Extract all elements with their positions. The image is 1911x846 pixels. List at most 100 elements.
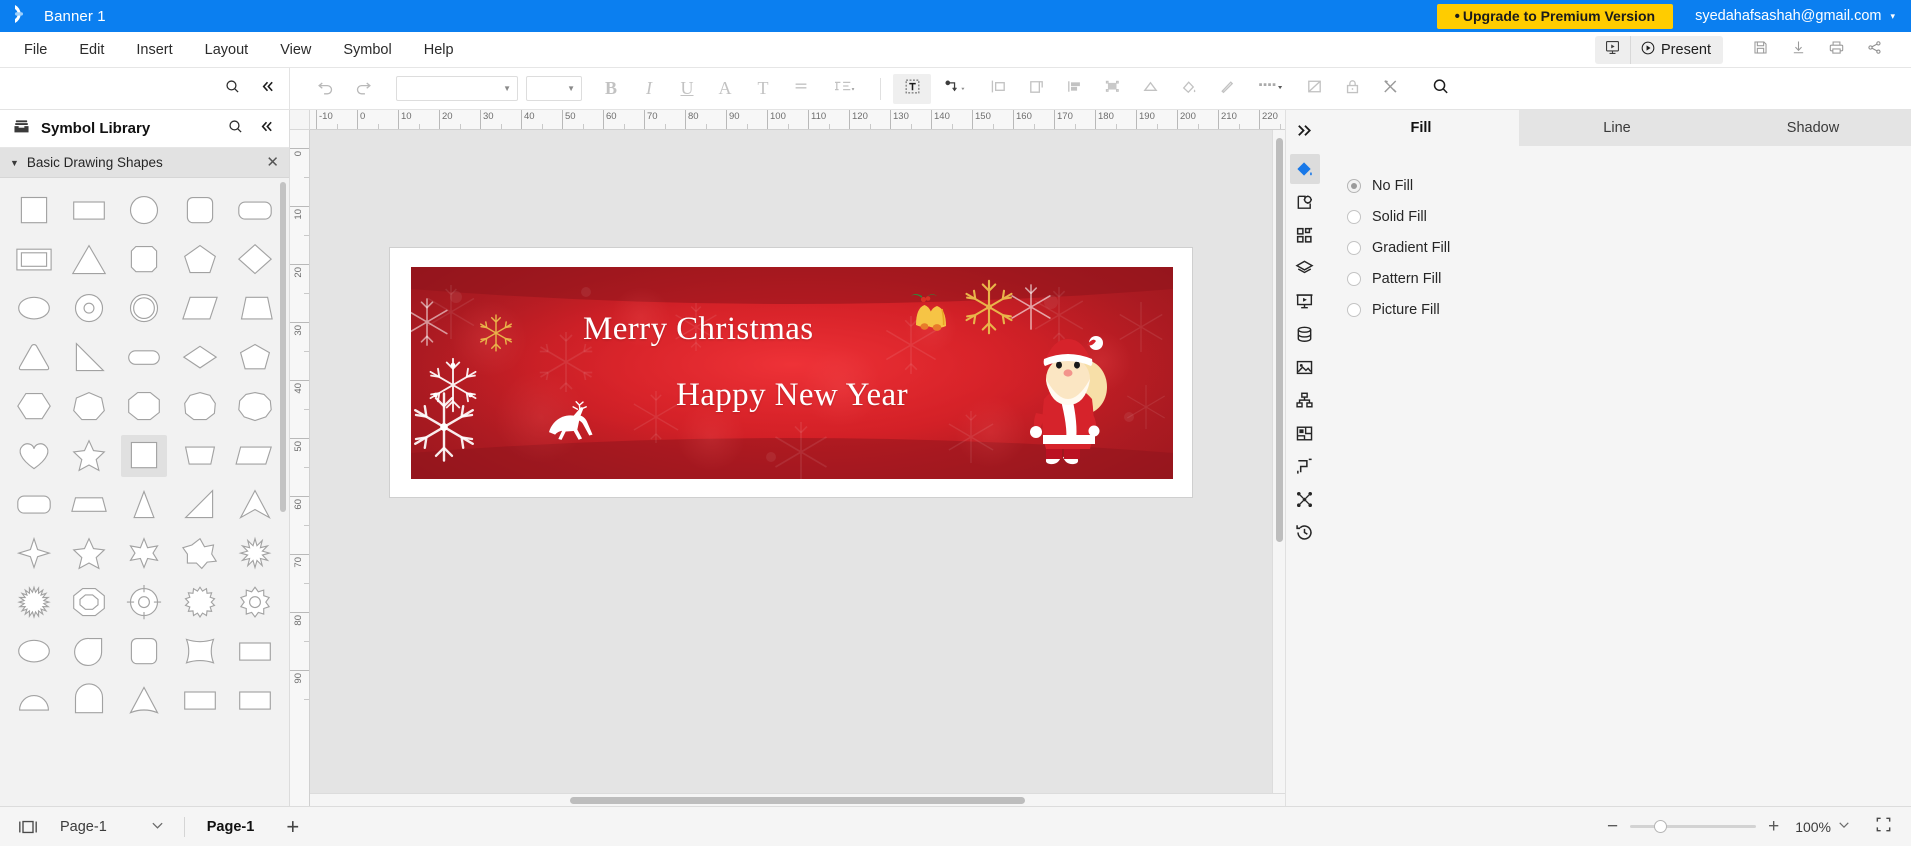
presentation-icon[interactable]: [1290, 286, 1320, 316]
half-circle-shape[interactable]: [6, 676, 61, 725]
present-button[interactable]: Present: [1631, 36, 1723, 64]
octagon-ring-shape[interactable]: [61, 578, 116, 627]
arch-shape[interactable]: [61, 676, 116, 725]
tab-shadow[interactable]: Shadow: [1715, 110, 1911, 146]
line-style-button[interactable]: [1245, 74, 1295, 104]
star5b-shape[interactable]: [61, 529, 116, 578]
fullscreen-button[interactable]: [1874, 815, 1893, 839]
parallelogram-shape[interactable]: [172, 284, 227, 333]
radio-button[interactable]: [1347, 178, 1361, 193]
fill-color-button[interactable]: [1169, 74, 1207, 104]
burst-shape[interactable]: [228, 529, 283, 578]
octagon-square-shape[interactable]: [117, 235, 172, 284]
font-color-button[interactable]: A: [706, 74, 744, 104]
slideshow-button[interactable]: [1595, 35, 1632, 64]
expand-panel-chevron-icon[interactable]: [1290, 115, 1320, 145]
ring-shape[interactable]: [117, 284, 172, 333]
upgrade-to-premium-button[interactable]: • Upgrade to Premium Version: [1436, 3, 1674, 29]
data-icon[interactable]: [1290, 319, 1320, 349]
vertical-scroll-thumb[interactable]: [1276, 138, 1283, 542]
ellipse-shape[interactable]: [6, 284, 61, 333]
save-button[interactable]: [1741, 35, 1779, 65]
page-tab-page-1[interactable]: Page-1: [207, 819, 255, 835]
shape-54[interactable]: [172, 676, 227, 725]
rounded-square-shape[interactable]: [172, 186, 227, 235]
connector-tool-icon[interactable]: [1290, 451, 1320, 481]
right-triangle-shape[interactable]: [61, 333, 116, 382]
tools-button[interactable]: [1371, 74, 1409, 104]
connector-button[interactable]: [931, 74, 979, 104]
menu-file[interactable]: File: [8, 32, 63, 68]
collapse-sidebar-button[interactable]: [259, 78, 276, 100]
wedge-shape[interactable]: [117, 676, 172, 725]
share-button[interactable]: [1855, 35, 1893, 65]
hexagon-shape[interactable]: [6, 382, 61, 431]
canvas-scroll-area[interactable]: Merry Christmas Happy New Year: [310, 130, 1285, 806]
page-layout-button[interactable]: [1017, 74, 1055, 104]
lock-button[interactable]: [1333, 74, 1371, 104]
radio-button[interactable]: [1347, 240, 1361, 255]
gear-shape[interactable]: [172, 578, 227, 627]
fill-option-solid-fill[interactable]: Solid Fill: [1347, 201, 1911, 232]
chevron-down-icon[interactable]: [151, 821, 164, 833]
rectangle-shape[interactable]: [61, 186, 116, 235]
basic-drawing-shapes-section-header[interactable]: ▼ Basic Drawing Shapes ✕: [0, 148, 289, 178]
christmas-banner-image[interactable]: Merry Christmas Happy New Year: [411, 267, 1173, 479]
menu-view[interactable]: View: [264, 32, 327, 68]
rect3-shape[interactable]: [228, 627, 283, 676]
line-color-button[interactable]: [1207, 74, 1245, 104]
rounded-rectangle-shape[interactable]: [228, 186, 283, 235]
text-box-button[interactable]: [893, 73, 931, 104]
group-button[interactable]: [1093, 74, 1131, 104]
pentagon-shape[interactable]: [172, 235, 227, 284]
page-view-icon[interactable]: [18, 819, 38, 835]
layers-icon[interactable]: [1290, 253, 1320, 283]
font-family-select[interactable]: ▼: [396, 76, 518, 101]
rounded-triangle-shape[interactable]: [6, 333, 61, 382]
italic-button[interactable]: I: [630, 74, 668, 104]
print-button[interactable]: [1817, 35, 1855, 65]
align-left-button[interactable]: [979, 74, 1017, 104]
curved-square-shape[interactable]: [172, 627, 227, 676]
nonagon-shape[interactable]: [172, 382, 227, 431]
floor-plan-icon[interactable]: [1290, 418, 1320, 448]
fill-option-no-fill[interactable]: No Fill: [1347, 170, 1911, 201]
org-chart-icon[interactable]: [1290, 385, 1320, 415]
bold-button[interactable]: B: [592, 74, 630, 104]
narrow-triangle-shape[interactable]: [117, 480, 172, 529]
shape-palette-scrollbar[interactable]: [280, 182, 286, 512]
history-icon[interactable]: [1290, 517, 1320, 547]
network-icon[interactable]: [1290, 484, 1320, 514]
radio-button[interactable]: [1347, 302, 1361, 317]
page-selector-value[interactable]: Page-1: [60, 819, 107, 835]
menu-insert[interactable]: Insert: [120, 32, 188, 68]
tab-fill[interactable]: Fill: [1323, 110, 1519, 146]
right-triangle2-shape[interactable]: [172, 480, 227, 529]
triangle-shape[interactable]: [61, 235, 116, 284]
trapezoid-shape[interactable]: [228, 284, 283, 333]
donut-shape[interactable]: [61, 284, 116, 333]
menu-edit[interactable]: Edit: [63, 32, 120, 68]
symbols-grid-icon[interactable]: [1290, 220, 1320, 250]
oval2-shape[interactable]: [6, 627, 61, 676]
page-sheet[interactable]: Merry Christmas Happy New Year: [390, 248, 1192, 497]
parallelogram2-shape[interactable]: [228, 431, 283, 480]
fill-option-gradient-fill[interactable]: Gradient Fill: [1347, 232, 1911, 263]
selected-square-shape[interactable]: [117, 431, 172, 480]
star6-shape[interactable]: [117, 529, 172, 578]
menu-symbol[interactable]: Symbol: [327, 32, 407, 68]
rounded-rect2-shape[interactable]: [6, 480, 61, 529]
download-button[interactable]: [1779, 35, 1817, 65]
target-shape[interactable]: [117, 578, 172, 627]
zoom-slider[interactable]: [1630, 820, 1757, 833]
fill-option-pattern-fill[interactable]: Pattern Fill: [1347, 263, 1911, 294]
pentagon-wide-shape[interactable]: [228, 333, 283, 382]
edit-shape-button[interactable]: [1295, 74, 1333, 104]
underline-button[interactable]: U: [668, 74, 706, 104]
search-library-button[interactable]: [224, 78, 241, 100]
undo-button[interactable]: [306, 74, 344, 104]
zoom-in-button[interactable]: +: [1768, 817, 1779, 836]
double-rectangle-shape[interactable]: [6, 235, 61, 284]
square-shape[interactable]: [6, 186, 61, 235]
canvas-horizontal-scrollbar[interactable]: [310, 793, 1285, 806]
